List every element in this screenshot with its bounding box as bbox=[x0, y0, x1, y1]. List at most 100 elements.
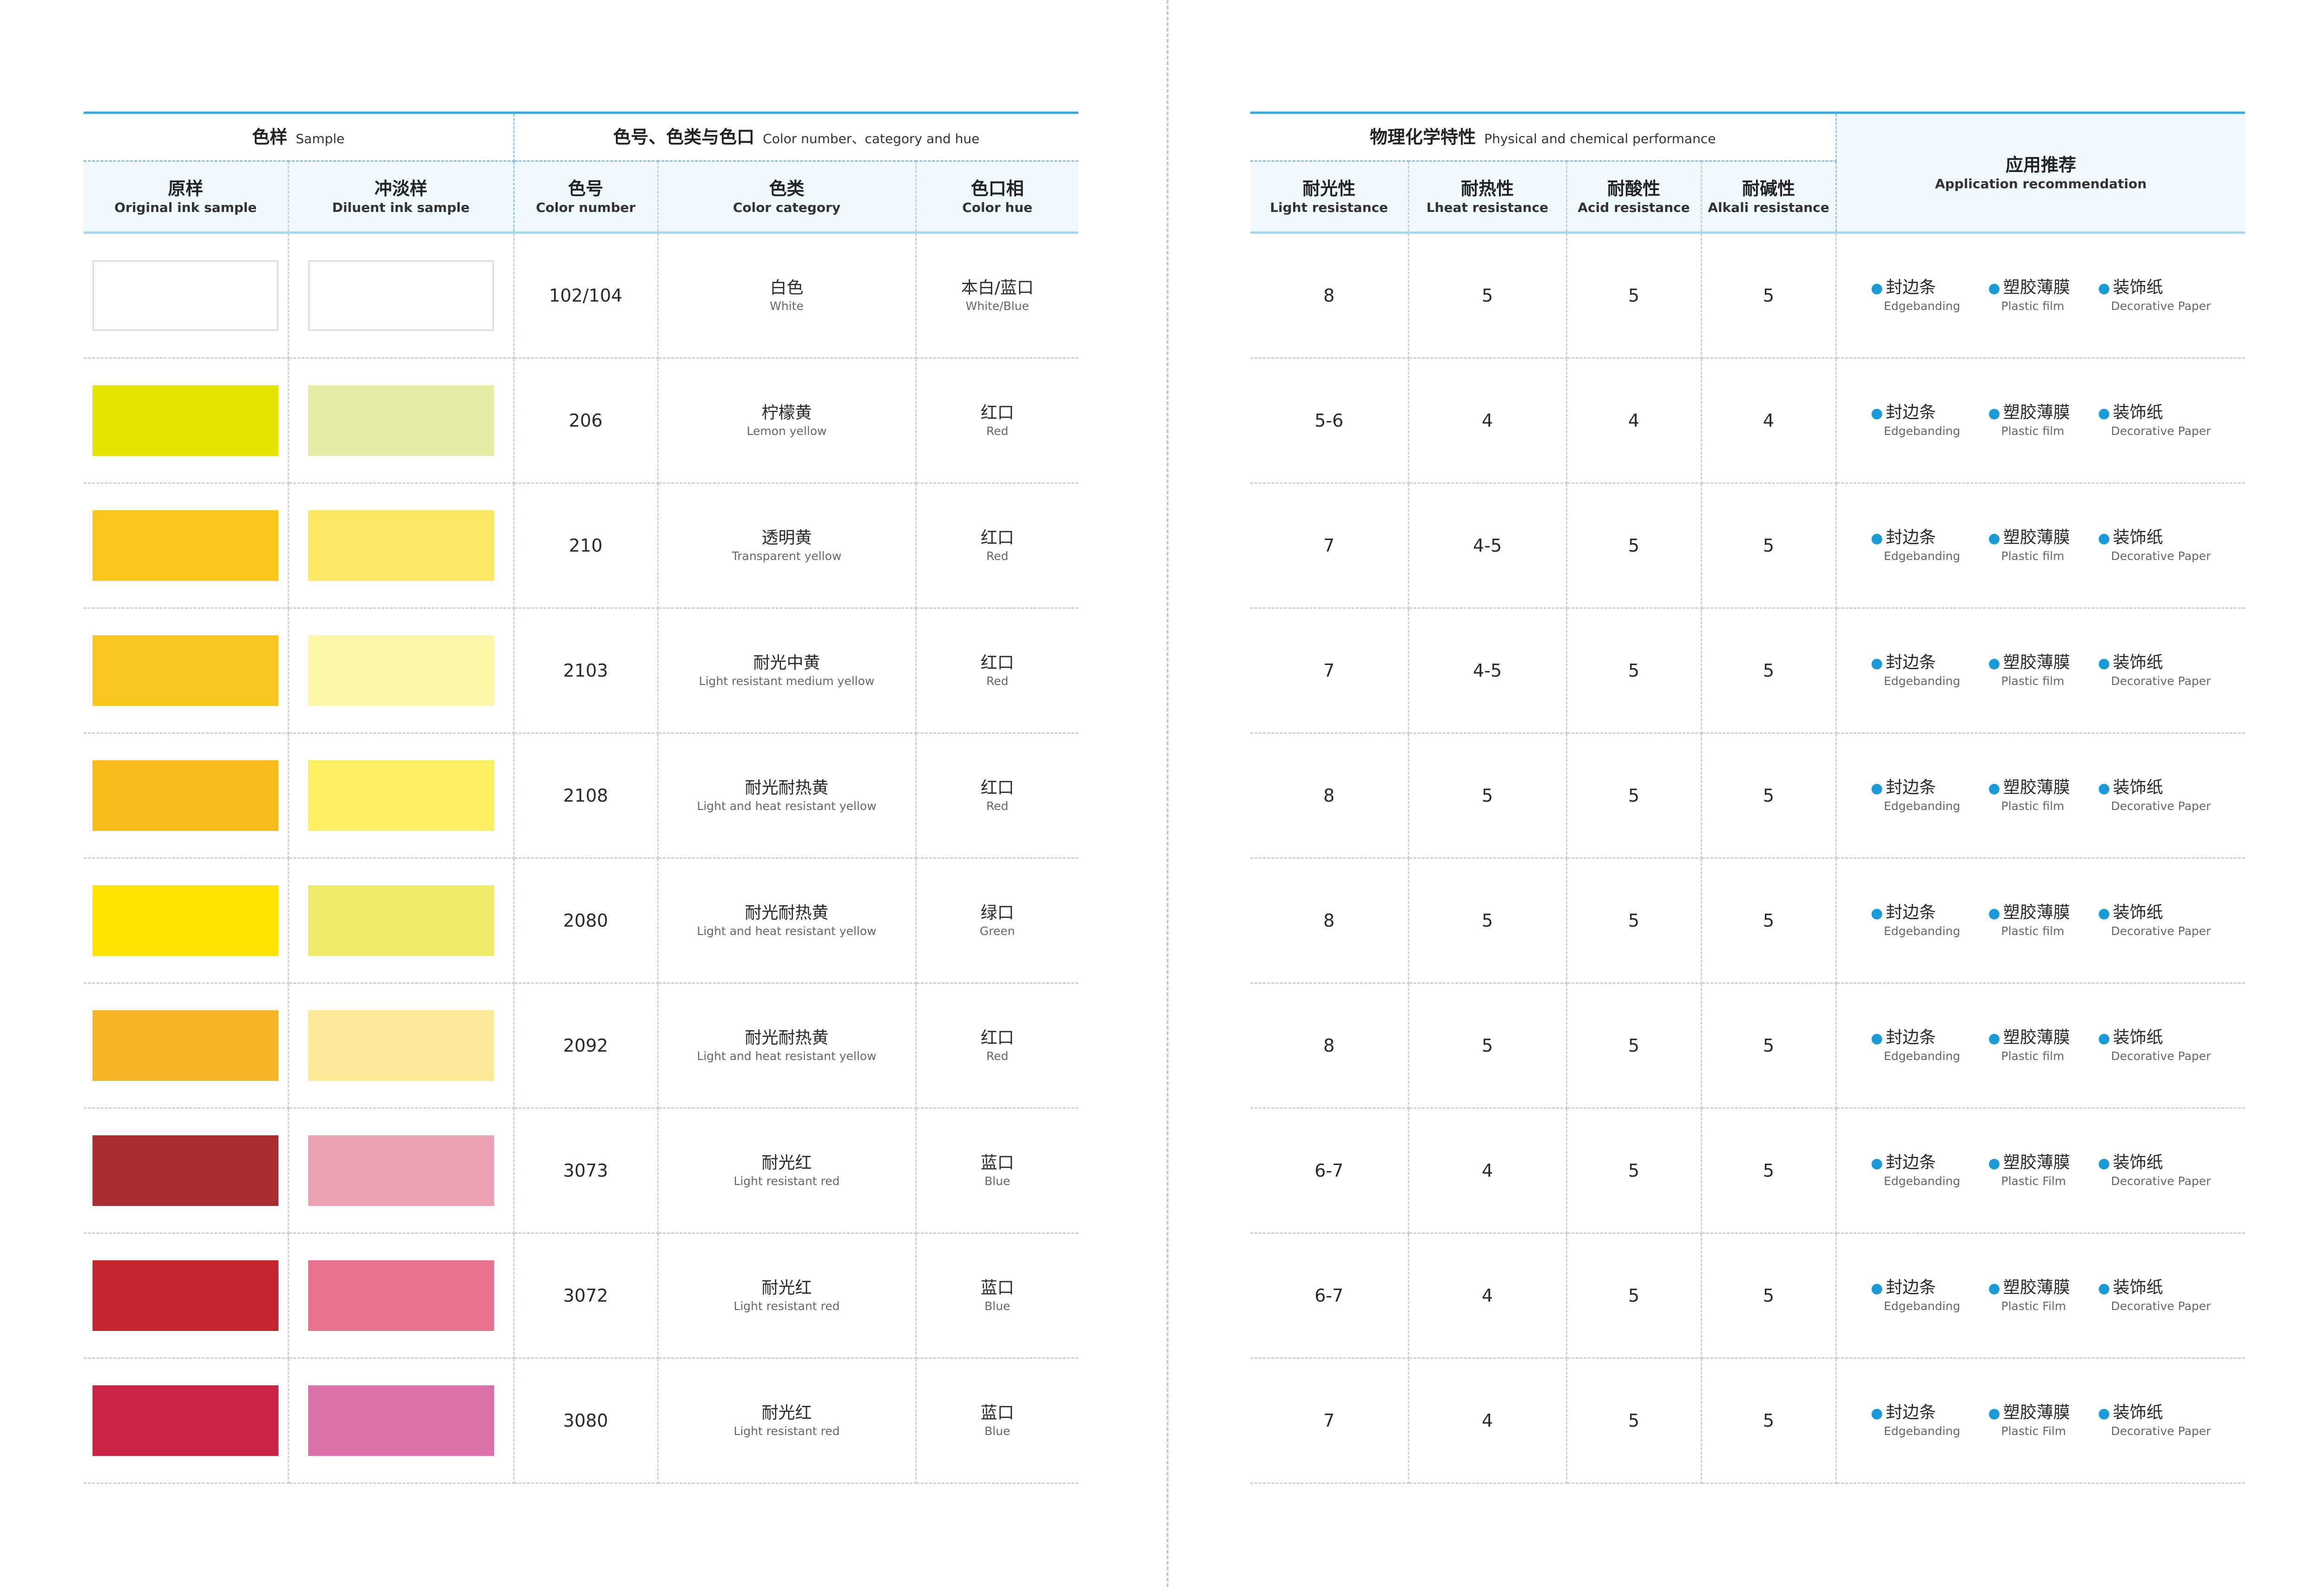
category-en: Light resistant red bbox=[733, 1174, 840, 1188]
color-number: 2108 bbox=[514, 733, 659, 859]
alkali-value: 5 bbox=[1701, 483, 1837, 609]
heat-value: 4 bbox=[1408, 1358, 1567, 1484]
application-item: ● 装饰纸 Decorative Paper bbox=[2098, 527, 2211, 564]
col-alkali-zh: 耐碱性 bbox=[1742, 178, 1795, 199]
application-zh: ● 装饰纸 bbox=[2098, 402, 2211, 424]
application-list: ● 封边条 Edgebanding ● 塑胶薄膜 Plastic Film ● 装饰纸 Deco… bbox=[1837, 1152, 2245, 1189]
application-en: Decorative Paper bbox=[2111, 799, 2211, 813]
category-zh: 耐光中黄 bbox=[753, 653, 820, 672]
application-zh: ● 封边条 bbox=[1871, 402, 1960, 424]
heat-value: 5 bbox=[1408, 858, 1567, 984]
category-en: Light resistant red bbox=[733, 1299, 840, 1313]
hue-zh: 红口 bbox=[980, 403, 1014, 422]
bullet-dot-icon: ● bbox=[2098, 1155, 2110, 1172]
acid-value: 5 bbox=[1566, 483, 1702, 609]
col-hue-zh: 色口相 bbox=[971, 178, 1024, 199]
application-en: Plastic Film bbox=[2001, 1174, 2067, 1188]
application-item: ● 装饰纸 Decorative Paper bbox=[2098, 902, 2211, 939]
diluent-swatch bbox=[308, 1385, 494, 1456]
application-en: Edgebanding bbox=[1883, 424, 1961, 438]
application-en: Decorative Paper bbox=[2111, 424, 2211, 438]
diluent-swatch bbox=[308, 1260, 494, 1331]
application-list: ● 封边条 Edgebanding ● 塑胶薄膜 Plastic film ● 装饰纸 Deco… bbox=[1837, 777, 2245, 814]
application-item: ● 封边条 Edgebanding bbox=[1871, 652, 1960, 689]
alkali-value: 5 bbox=[1701, 1233, 1837, 1359]
color-sample-table: 色样 Sample 色号、色类与色口 Color number、category a… bbox=[84, 112, 1079, 1484]
application-item: ● 封边条 Edgebanding bbox=[1871, 1403, 1960, 1439]
bullet-dot-icon: ● bbox=[1988, 1155, 2000, 1172]
bullet-dot-icon: ● bbox=[2098, 780, 2110, 797]
table-row: 8 5 5 5 ● 封边条 Edgebanding ● 塑胶薄膜 Plastic film… bbox=[1250, 858, 2245, 984]
application-item: ● 装饰纸 Decorative Paper bbox=[2098, 277, 2211, 314]
heat-value: 4 bbox=[1408, 1233, 1567, 1359]
application-item: ● 装饰纸 Decorative Paper bbox=[2098, 1278, 2211, 1314]
application-zh-text: 塑胶薄膜 bbox=[2003, 1153, 2070, 1172]
application-en: Plastic Film bbox=[2001, 1424, 2067, 1438]
heat-value: 5 bbox=[1408, 232, 1567, 359]
color-number: 2092 bbox=[514, 983, 659, 1109]
category-zh: 白色 bbox=[770, 278, 804, 297]
bullet-dot-icon: ● bbox=[2098, 280, 2110, 296]
application-en: Decorative Paper bbox=[2111, 1049, 2211, 1063]
application-zh: ● 装饰纸 bbox=[2098, 277, 2211, 299]
application-item: ● 塑胶薄膜 Plastic film bbox=[1988, 652, 2070, 689]
alkali-value: 5 bbox=[1701, 608, 1837, 734]
application-zh: ● 装饰纸 bbox=[2098, 777, 2211, 799]
light-value: 7 bbox=[1250, 1358, 1409, 1484]
application-en: Plastic film bbox=[2001, 924, 2065, 938]
application-zh-text: 装饰纸 bbox=[2113, 528, 2163, 547]
acid-value: 5 bbox=[1566, 232, 1702, 359]
table-row: 2080 耐光耐热黄 Light and heat resistant yello… bbox=[84, 858, 1079, 984]
original-swatch bbox=[92, 1260, 279, 1331]
application-en: Decorative Paper bbox=[2111, 674, 2211, 688]
hue-zh: 蓝口 bbox=[980, 1403, 1014, 1422]
table-row: 3080 耐光红 Light resistant red 蓝口 Blue bbox=[84, 1358, 1079, 1484]
category-zh: 耐光红 bbox=[761, 1153, 812, 1172]
light-value: 5-6 bbox=[1250, 358, 1409, 484]
app-group-en: Application recommendation bbox=[1935, 176, 2147, 191]
application-list: ● 封边条 Edgebanding ● 塑胶薄膜 Plastic Film ● 装饰纸 Deco… bbox=[1837, 1403, 2245, 1439]
col-hue-en: Color hue bbox=[962, 200, 1033, 215]
application-item: ● 装饰纸 Decorative Paper bbox=[2098, 652, 2211, 689]
application-en: Edgebanding bbox=[1883, 1424, 1961, 1438]
application-item: ● 封边条 Edgebanding bbox=[1871, 402, 1960, 439]
col-number-header: 色号 Color number bbox=[514, 161, 659, 234]
bullet-dot-icon: ● bbox=[1870, 280, 1883, 296]
application-zh-text: 塑胶薄膜 bbox=[2003, 1403, 2070, 1422]
bullet-dot-icon: ● bbox=[1870, 1405, 1883, 1422]
bullet-dot-icon: ● bbox=[2098, 905, 2110, 922]
perf-group-zh: 物理化学特性 bbox=[1370, 127, 1476, 147]
light-value: 7 bbox=[1250, 608, 1409, 734]
app-group-zh: 应用推荐 bbox=[2005, 154, 2076, 175]
perf-group-en: Physical and chemical performance bbox=[1484, 131, 1716, 146]
hue-en: Blue bbox=[984, 1299, 1010, 1313]
application-zh: ● 塑胶薄膜 bbox=[1988, 1278, 2070, 1299]
application-en: Decorative Paper bbox=[2111, 1424, 2211, 1438]
alkali-value: 4 bbox=[1701, 358, 1837, 484]
color-number: 3080 bbox=[514, 1358, 659, 1484]
alkali-value: 5 bbox=[1701, 232, 1837, 359]
application-en: Plastic film bbox=[2001, 549, 2065, 563]
color-group-zh: 色号、色类与色口 bbox=[613, 127, 755, 147]
table-row: 3072 耐光红 Light resistant red 蓝口 Blue bbox=[84, 1233, 1079, 1359]
application-zh-text: 装饰纸 bbox=[2113, 1278, 2163, 1297]
col-diluent-en: Diluent ink sample bbox=[332, 200, 470, 215]
category-zh: 耐光耐热黄 bbox=[745, 903, 829, 922]
application-zh-text: 封边条 bbox=[1886, 1403, 1936, 1422]
col-alkali-header: 耐碱性 Alkali resistance bbox=[1701, 161, 1837, 234]
application-zh: ● 封边条 bbox=[1871, 1278, 1960, 1299]
color-group-header: 色号、色类与色口 Color number、category and hue bbox=[514, 112, 1079, 162]
application-zh: ● 封边条 bbox=[1871, 777, 1960, 799]
table-row: 102/104 白色 White 本白/蓝口 White/Blue bbox=[84, 232, 1079, 359]
application-list: ● 封边条 Edgebanding ● 塑胶薄膜 Plastic film ● 装饰纸 Deco… bbox=[1837, 902, 2245, 939]
acid-value: 5 bbox=[1566, 1233, 1702, 1359]
col-original-header: 原样 Original ink sample bbox=[84, 161, 289, 234]
table-row: 2108 耐光耐热黄 Light and heat resistant yello… bbox=[84, 733, 1079, 859]
category-zh: 柠檬黄 bbox=[761, 403, 812, 422]
bullet-dot-icon: ● bbox=[1870, 1155, 1883, 1172]
application-zh: ● 塑胶薄膜 bbox=[1988, 402, 2070, 424]
col-acid-en: Acid resistance bbox=[1578, 200, 1690, 215]
application-en: Edgebanding bbox=[1883, 1174, 1961, 1188]
bullet-dot-icon: ● bbox=[1988, 1280, 2000, 1297]
bullet-dot-icon: ● bbox=[1870, 655, 1883, 672]
